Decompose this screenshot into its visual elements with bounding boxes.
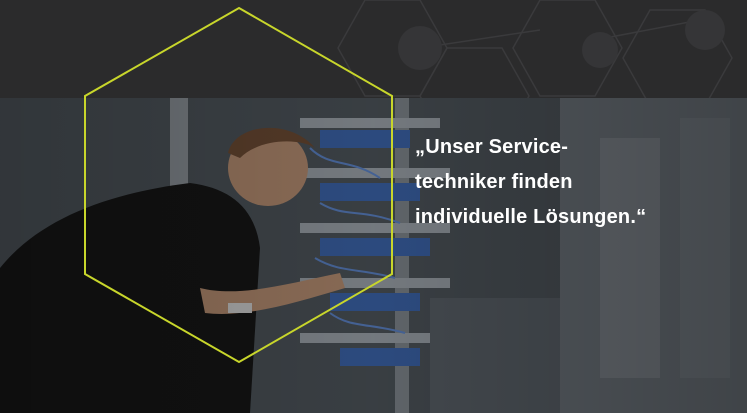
top-band	[0, 0, 747, 98]
testimonial-quote: „Unser Service- techniker finden individ…	[415, 130, 735, 235]
quote-line-1: „Unser Service-	[415, 136, 569, 158]
service-banner: „Unser Service- techniker finden individ…	[0, 0, 747, 413]
quote-line-2: techniker finden	[415, 171, 573, 193]
quote-line-3: individuelle Lösungen.“	[415, 206, 647, 228]
hexagon-pattern-background	[337, 0, 733, 98]
